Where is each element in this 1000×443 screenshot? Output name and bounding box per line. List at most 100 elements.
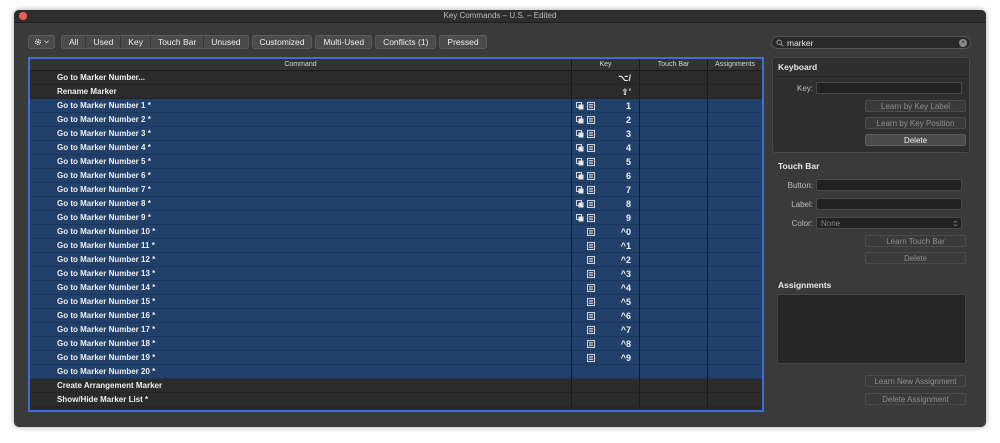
table-row[interactable]: Go to Marker Number 13 * ^3 bbox=[30, 267, 762, 281]
assignments-cell bbox=[708, 393, 762, 407]
key-commands-window: Key Commands – U.S. – Edited All Used Ke… bbox=[14, 10, 986, 427]
table-row[interactable]: Go to Marker Number 12 * ^2 bbox=[30, 253, 762, 267]
key-cell bbox=[572, 379, 640, 393]
key-field-label: Key: bbox=[796, 83, 813, 93]
assignments-cell bbox=[708, 281, 762, 295]
learn-new-assignment-button[interactable]: Learn New Assignment bbox=[865, 375, 966, 387]
table-row[interactable]: Go to Marker Number 20 * bbox=[30, 365, 762, 379]
search-field[interactable]: × bbox=[771, 36, 971, 49]
copy-icon bbox=[576, 116, 584, 124]
inspector-panel: Keyboard Key: Learn by Key Label Learn b… bbox=[772, 57, 970, 412]
color-field-label: Color: bbox=[791, 218, 813, 228]
key-field[interactable] bbox=[816, 82, 962, 94]
touch-bar-cell bbox=[640, 85, 708, 99]
table-row[interactable]: Go to Marker Number 17 * ^7 bbox=[30, 323, 762, 337]
key-binding-text: ^3 bbox=[620, 269, 631, 279]
key-cell: ⌥/ bbox=[572, 71, 640, 85]
table-row[interactable]: Go to Marker Number 4 * 4 bbox=[30, 141, 762, 155]
key-icons bbox=[576, 116, 595, 124]
conflicts-toggle-group: Conflicts (1) bbox=[375, 35, 437, 49]
learn-touch-bar-button[interactable]: Learn Touch Bar bbox=[865, 235, 966, 247]
key-icons bbox=[576, 144, 595, 152]
filter-used-button[interactable]: Used bbox=[86, 36, 122, 48]
table-row[interactable]: Show/Hide Marker List * bbox=[30, 393, 762, 407]
table-row[interactable]: Go to Marker Number 7 * 7 bbox=[30, 183, 762, 197]
assignments-cell bbox=[708, 141, 762, 155]
command-cell: Go to Marker Number 4 * bbox=[30, 141, 572, 155]
filter-key-button[interactable]: Key bbox=[121, 36, 151, 48]
keyboard-delete-button[interactable]: Delete bbox=[865, 134, 966, 146]
clear-search-icon[interactable]: × bbox=[959, 39, 967, 47]
table-row[interactable]: Go to Marker Number 5 * 5 bbox=[30, 155, 762, 169]
delete-assignment-button[interactable]: Delete Assignment bbox=[865, 393, 966, 405]
command-cell: Go to Marker Number 16 * bbox=[30, 309, 572, 323]
column-header-key[interactable]: Key bbox=[572, 59, 640, 70]
touch-bar-cell bbox=[640, 99, 708, 113]
table-row[interactable]: Go to Marker Number 14 * ^4 bbox=[30, 281, 762, 295]
table-row[interactable]: Go to Marker Number 8 * 8 bbox=[30, 197, 762, 211]
command-cell: Go to Marker Number 20 * bbox=[30, 365, 572, 379]
key-cell: ^8 bbox=[572, 337, 640, 351]
table-row[interactable]: Go to Marker Number 19 * ^9 bbox=[30, 351, 762, 365]
customized-button[interactable]: Customized bbox=[252, 36, 312, 48]
key-cell: ^3 bbox=[572, 267, 640, 281]
key-field-row: Key: bbox=[773, 82, 962, 94]
key-binding-text: 4 bbox=[625, 143, 631, 153]
table-row[interactable]: Go to Marker Number 6 * 6 bbox=[30, 169, 762, 183]
learn-by-key-label-button[interactable]: Learn by Key Label bbox=[865, 100, 966, 112]
key-icons bbox=[576, 186, 595, 194]
table-row[interactable]: Go to Marker Number 15 * ^5 bbox=[30, 295, 762, 309]
key-cell bbox=[572, 393, 640, 407]
assignments-cell bbox=[708, 379, 762, 393]
table-row[interactable]: Go to Marker Number 3 * 3 bbox=[30, 127, 762, 141]
keyboard-icon bbox=[587, 242, 595, 250]
touch-bar-cell bbox=[640, 309, 708, 323]
table-row[interactable]: Create Arrangement Marker bbox=[30, 379, 762, 393]
column-header-command[interactable]: Command bbox=[30, 59, 572, 70]
table-row[interactable]: Go to Marker Number 18 * ^8 bbox=[30, 337, 762, 351]
table-row[interactable]: Go to Marker Number... ⌥/ bbox=[30, 71, 762, 85]
command-cell: Go to Marker Number 3 * bbox=[30, 127, 572, 141]
table-row[interactable]: Go to Marker Number 9 * 9 bbox=[30, 211, 762, 225]
options-menu-button[interactable] bbox=[28, 35, 55, 49]
key-icons bbox=[576, 340, 595, 348]
assignments-list[interactable] bbox=[777, 294, 966, 364]
search-input[interactable] bbox=[787, 37, 952, 48]
touch-bar-button-field[interactable] bbox=[816, 179, 962, 191]
learn-by-key-position-button[interactable]: Learn by Key Position bbox=[865, 117, 966, 129]
filter-toolbar: All Used Key Touch Bar Unused Customized… bbox=[28, 35, 487, 49]
table-row[interactable]: Rename Marker ⇧' bbox=[30, 85, 762, 99]
copy-icon bbox=[576, 214, 584, 222]
filter-unused-button[interactable]: Unused bbox=[204, 36, 248, 48]
filter-touch-bar-button[interactable]: Touch Bar bbox=[150, 36, 205, 48]
customized-toggle-group: Customized bbox=[251, 35, 313, 49]
keyboard-icon bbox=[587, 186, 595, 194]
key-binding-text: ^7 bbox=[620, 325, 631, 335]
key-cell: ^6 bbox=[572, 309, 640, 323]
table-row[interactable]: Go to Marker Number 2 * 2 bbox=[30, 113, 762, 127]
touch-bar-label-field[interactable] bbox=[816, 198, 962, 210]
key-binding-text: ^0 bbox=[620, 227, 631, 237]
filter-all-button[interactable]: All bbox=[62, 36, 87, 48]
gear-icon bbox=[34, 38, 42, 46]
table-row[interactable]: Go to Marker Number 11 * ^1 bbox=[30, 239, 762, 253]
key-cell: ^5 bbox=[572, 295, 640, 309]
table-row[interactable]: Go to Marker Number 10 * ^0 bbox=[30, 225, 762, 239]
multi-used-toggle-group: Multi-Used bbox=[315, 35, 373, 49]
command-cell: Go to Marker Number 9 * bbox=[30, 211, 572, 225]
color-select[interactable]: None bbox=[816, 217, 962, 229]
touch-bar-cell bbox=[640, 71, 708, 85]
pressed-button[interactable]: Pressed bbox=[440, 36, 486, 48]
table-header: Command Key Touch Bar Assignments bbox=[30, 59, 762, 71]
keyboard-icon bbox=[587, 214, 595, 222]
column-header-assignments[interactable]: Assignments bbox=[708, 59, 762, 70]
table-row[interactable]: Go to Marker Number 16 * ^6 bbox=[30, 309, 762, 323]
table-row[interactable]: Go to Marker Number 1 * 1 bbox=[30, 99, 762, 113]
conflicts-button[interactable]: Conflicts (1) bbox=[376, 36, 436, 48]
command-cell: Go to Marker Number 10 * bbox=[30, 225, 572, 239]
column-header-touch-bar[interactable]: Touch Bar bbox=[640, 59, 708, 70]
touch-bar-delete-button[interactable]: Delete bbox=[865, 252, 966, 264]
copy-icon bbox=[576, 186, 584, 194]
key-binding-text: 8 bbox=[625, 199, 631, 209]
multi-used-button[interactable]: Multi-Used bbox=[316, 36, 372, 48]
